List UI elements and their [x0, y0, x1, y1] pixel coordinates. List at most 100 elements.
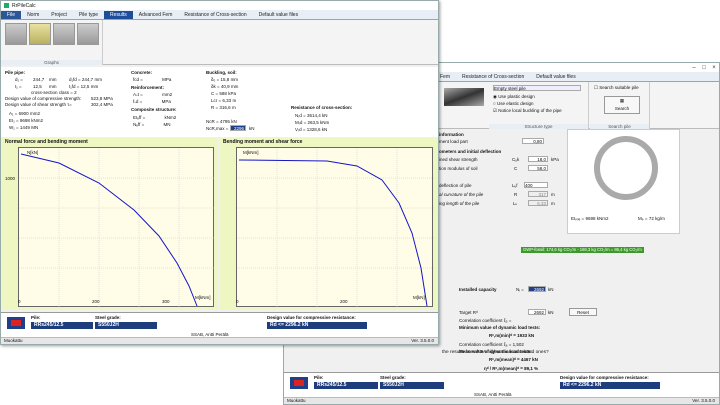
chart2-svg: [237, 148, 434, 308]
status-bar: Muokattu Ver. 3.5.0.0: [284, 397, 719, 404]
chart1-panel: Normal force and bending moment N[kN] M[…: [2, 138, 218, 310]
ncr-row: NᴄR = 4795 kN: [206, 119, 237, 124]
w-row: W₁ = 1449 MN: [9, 125, 39, 130]
menu-resistance[interactable]: Resistance of Cross-section: [178, 11, 252, 19]
design-value: Rd <= 2296.2 kN: [560, 382, 660, 389]
parameters-panel: Pile pipe: d₁ = 244,7 mm t₁ = 12,5 mm cr…: [1, 67, 438, 137]
app-icon: [4, 3, 9, 8]
reinforcement-heading: Reinforcement:: [131, 85, 165, 90]
ssab-logo-icon: [7, 317, 25, 329]
menu-results[interactable]: Results: [104, 11, 133, 19]
chart1-xtick: 300: [162, 299, 170, 304]
luf-symbol: Lᵤf: [512, 183, 518, 188]
steel-value: S550J2H: [95, 322, 157, 329]
ei-label: EIₚᵢₗₑ = 9698 kNm2: [571, 216, 609, 221]
pile-value: RRs245/12.5: [314, 382, 378, 389]
dk-row: δk = 40,9 mm: [211, 84, 239, 89]
shear-strength-label: ined shear strength: [439, 157, 478, 162]
chart2-curve: [238, 159, 428, 307]
cuk-symbol: Cᵤk: [512, 157, 520, 162]
menu-advanced-fem[interactable]: Advanced Fem: [133, 11, 179, 19]
chart1-ytick: 1000: [5, 176, 16, 181]
graph-thumb-3[interactable]: [53, 23, 75, 45]
chart1-title: Normal force and bending moment: [5, 139, 88, 145]
roc-heading: Resistance of cross-section:: [291, 105, 353, 110]
eieff-row: EIₑff = kNm2: [133, 115, 177, 120]
plastic-label: Use plastic design: [498, 94, 535, 99]
r-field: 317: [528, 191, 548, 197]
pile-label: Pile:: [31, 315, 41, 320]
ssab-logo-icon: [290, 377, 308, 389]
elastic-radio[interactable]: ○ Use elastic design: [493, 101, 534, 106]
r-symbol: R: [514, 192, 518, 197]
pile-pipe-heading: Pile pipe:: [5, 70, 26, 75]
version-text: Ver. 3.5.0.0: [692, 398, 715, 403]
menu-project[interactable]: Project: [45, 11, 73, 19]
search-button[interactable]: ▦ Search: [604, 96, 640, 114]
chart1-svg: [19, 148, 215, 308]
buckling-label: Notice local buckling of the pipe: [498, 108, 562, 113]
d0-row: δ₀ = 15,8 mm: [211, 77, 239, 82]
menu-file[interactable]: File: [1, 11, 22, 19]
graph-thumb-2[interactable]: [29, 23, 51, 45]
menu-pile-type[interactable]: Pile type: [73, 11, 104, 19]
correlation-label: Correlation coefficient ξ₅ =: [459, 318, 512, 323]
d1-unit: mm: [49, 77, 57, 82]
co2-badge: GWP-fossil: 174,6 kg CO₂/m - 169,3 kg CO…: [521, 247, 644, 253]
load-part-field[interactable]: 0,80: [522, 138, 544, 144]
app-title: RrPileCalc: [12, 2, 36, 9]
plastic-radio[interactable]: ◉ Use plastic design: [493, 94, 535, 100]
target-field[interactable]: 2692: [528, 309, 546, 315]
util-row: ηᵈ / Rᶜ,m(mean)ᵈ = 89,1 %: [484, 366, 539, 371]
chart2-xtick: 0: [236, 299, 239, 304]
nrd-row: Nᵣd = 3614,4 kN: [295, 113, 328, 118]
maximize-icon[interactable]: □: [699, 65, 709, 71]
chart2-xtick: 200: [340, 299, 348, 304]
close-icon[interactable]: ×: [709, 65, 719, 71]
chart1-plot: N[kN] M[kNm]: [18, 147, 215, 308]
lcr-row: Lᴄr = 6,33 m: [211, 98, 237, 103]
ncrmax-value[interactable]: 2296: [230, 125, 246, 131]
parameters-heading: ometers and initial deflection: [439, 149, 502, 154]
minimize-icon[interactable]: –: [689, 65, 699, 71]
menu-resistance[interactable]: Resistance of Cross-section: [456, 73, 530, 81]
chart2-yunit: M[kNm]: [243, 150, 259, 155]
design-value: Rd <= 2296.2 kN: [267, 322, 367, 329]
compressive-label: Design value of compressive strength:: [5, 96, 82, 101]
lk-unit: m: [551, 201, 555, 206]
c-symbol: C: [514, 166, 518, 171]
title-bar: RrPileCalc: [1, 1, 438, 10]
target-label: Target Rᵈ: [459, 310, 478, 315]
cuk-field[interactable]: 18,0: [528, 156, 548, 162]
version-text: Ver. 3.5.0.0: [411, 338, 434, 343]
search-suitable-checkbox[interactable]: ☐ Search suitable pile: [594, 85, 639, 91]
structure-select[interactable]: Empty steel pile: [493, 85, 581, 91]
graph-thumb-1[interactable]: [5, 23, 27, 45]
pda-note: the results from PDA higher than calcula…: [442, 350, 549, 355]
shear-value: 302,4 MPa: [91, 102, 113, 107]
ni-field[interactable]: 2692: [528, 286, 546, 292]
menu-norm[interactable]: Norm: [21, 11, 45, 19]
reset-button[interactable]: Reset: [569, 308, 597, 316]
mrd-row: Mᵣd = 263,5 kNm: [295, 120, 330, 125]
shear-label: Design value of shear strength τ=: [5, 102, 72, 107]
status-text: Muokattu: [4, 338, 23, 343]
buckling-checkbox[interactable]: ☑ Notice local buckling of the pipe: [493, 108, 562, 114]
min-heading: Minimum value of dynamic load tests:: [459, 325, 541, 330]
buckling-length-label: ing length of the pile: [439, 201, 480, 206]
curvature-label: al curvature of the pile: [439, 192, 484, 197]
steel-value: S550J2H: [380, 382, 444, 389]
t1-label: t₁ =: [15, 84, 22, 89]
graph-thumb-4[interactable]: [77, 23, 99, 45]
luf-select[interactable]: 400: [524, 182, 548, 188]
menu-default-values[interactable]: Default value files: [530, 73, 581, 81]
info-heading: information: [439, 132, 464, 137]
d1-value: 244,7: [33, 77, 45, 82]
c-field[interactable]: 58,0: [528, 165, 548, 171]
status-text: Muokattu: [287, 398, 306, 403]
menu-default-values[interactable]: Default value files: [253, 11, 304, 19]
r-unit: m: [551, 192, 555, 197]
ast-row: Aₛt = mm2: [133, 92, 173, 97]
ni-unit: kN: [548, 287, 554, 292]
footer: Pile: RRs245/12.5 Steel grade: S550J2H D…: [1, 312, 438, 339]
